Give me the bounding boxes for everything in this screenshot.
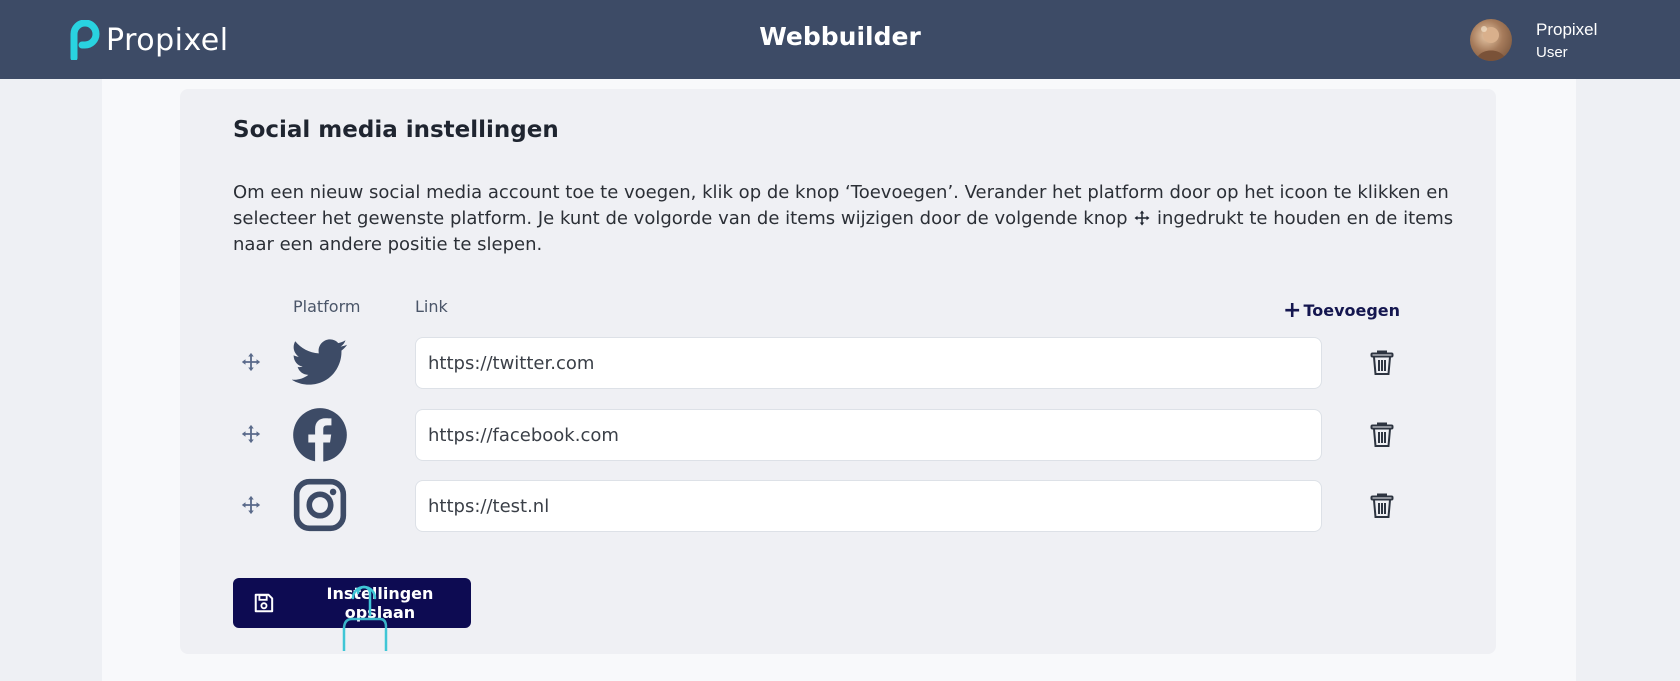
drag-handle-icon[interactable] — [240, 423, 262, 445]
app-title: Webbuilder — [759, 22, 921, 51]
card-title: Social media instellingen — [233, 117, 559, 143]
column-header-link: Link — [415, 297, 448, 316]
trash-icon[interactable] — [1370, 350, 1394, 376]
add-button[interactable]: + Toevoegen — [1283, 297, 1401, 323]
column-header-platform: Platform — [293, 297, 361, 316]
avatar[interactable] — [1470, 19, 1512, 61]
drag-handle-icon[interactable] — [240, 351, 262, 373]
instagram-icon[interactable] — [292, 477, 348, 533]
user-name: Propixel — [1536, 20, 1598, 39]
link-input-instagram[interactable] — [415, 480, 1322, 532]
social-row-twitter — [0, 336, 1680, 390]
description: Om een nieuw social media account toe te… — [233, 180, 1463, 258]
link-input-twitter[interactable] — [415, 337, 1322, 389]
twitter-icon[interactable] — [292, 334, 348, 390]
move-icon — [1134, 210, 1150, 226]
top-bar: Propixel Webbuilder Propixel User — [0, 0, 1680, 79]
social-row-facebook — [0, 407, 1680, 463]
save-icon — [254, 593, 274, 613]
trash-icon[interactable] — [1370, 422, 1394, 448]
plus-icon: + — [1283, 297, 1302, 323]
save-settings-button[interactable]: Instellingen opslaan — [233, 578, 471, 628]
trash-icon[interactable] — [1370, 493, 1394, 519]
link-input-facebook[interactable] — [415, 409, 1322, 461]
social-row-instagram — [0, 477, 1680, 533]
save-button-label: Instellingen opslaan — [326, 584, 434, 622]
user-role: User — [1536, 44, 1568, 61]
drag-handle-icon[interactable] — [240, 494, 262, 516]
add-button-label: Toevoegen — [1303, 301, 1401, 320]
facebook-icon[interactable] — [292, 407, 348, 463]
